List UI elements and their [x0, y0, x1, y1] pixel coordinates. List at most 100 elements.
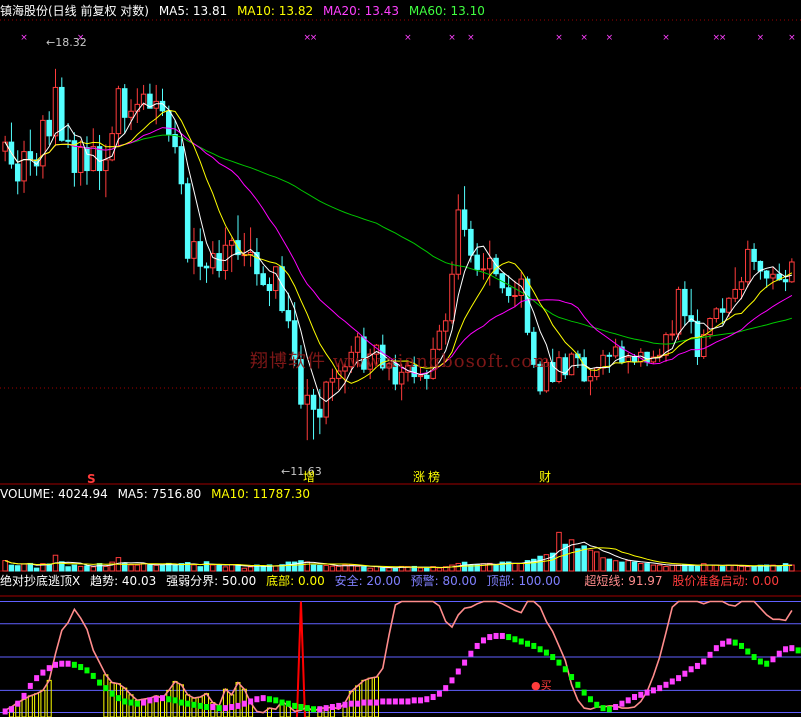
event-marker-zeng[interactable]: 增 [303, 470, 315, 484]
event-x-marker: × [719, 33, 727, 43]
candle [587, 370, 594, 396]
candle [732, 267, 738, 303]
trend-block [694, 662, 700, 669]
candle [568, 352, 575, 376]
trend-block [650, 687, 656, 694]
volume-bar [493, 564, 499, 572]
candle-body [329, 377, 336, 383]
volume-bar [8, 564, 15, 572]
event-x-marker: × [448, 33, 456, 43]
trend-block [468, 650, 474, 657]
bottom-spike-bar [109, 682, 115, 717]
volume-bar [147, 564, 153, 572]
candle-body [587, 376, 594, 382]
candle-body [304, 394, 311, 405]
candle-body [474, 254, 480, 270]
candle [323, 380, 329, 425]
candle [562, 353, 569, 380]
candle-body [606, 354, 613, 357]
volume-ma5-value: MA5: 7516.80 [117, 487, 202, 501]
volume-bar [2, 560, 8, 572]
trend-block [550, 654, 556, 661]
trend-block [562, 666, 568, 673]
candle-body [40, 119, 46, 167]
event-marker-zhang[interactable]: 涨 [413, 470, 425, 484]
volume-bar [631, 561, 638, 572]
trend-block [600, 705, 606, 712]
trend-block [556, 659, 562, 666]
volume-bar [638, 563, 644, 572]
trend-block [525, 640, 531, 647]
volume-bar [33, 567, 40, 572]
volume-bar [625, 560, 631, 572]
trend-block [436, 690, 442, 697]
trend-block [78, 664, 84, 671]
volume-bar [96, 563, 103, 572]
candle-body [178, 146, 185, 185]
volume-bar [719, 566, 726, 572]
candle-body [751, 248, 757, 262]
volume-bar [310, 564, 317, 572]
candle [713, 307, 720, 323]
trend-block [241, 700, 247, 707]
candle-body [612, 346, 619, 357]
event-marker-s[interactable]: S [87, 472, 96, 486]
candle-body [675, 288, 682, 335]
candle-body [505, 287, 512, 296]
trend-block [462, 659, 468, 666]
volume-bar [285, 561, 292, 572]
trend-block [776, 650, 782, 657]
trend-block [329, 704, 335, 711]
volume-bar [128, 564, 134, 572]
event-marker-bang[interactable]: 榜 [428, 470, 440, 484]
trend-block [248, 698, 254, 705]
candle-body [782, 279, 789, 283]
trend-block [2, 708, 8, 715]
trend-block [732, 639, 738, 646]
candle-body [398, 371, 405, 385]
candle [46, 111, 52, 145]
divide-value: 强弱分界: 50.00 [166, 574, 257, 588]
trend-block [311, 706, 317, 713]
volume-bar [335, 565, 342, 572]
candle-body [424, 374, 430, 379]
candle-body [222, 244, 229, 271]
candle [669, 320, 676, 341]
trend-block [644, 689, 650, 696]
trend-block [493, 632, 499, 639]
trend-block [380, 698, 386, 705]
candle-body [524, 278, 531, 333]
trend-block [386, 698, 392, 705]
trend-block [266, 696, 272, 703]
candle [619, 340, 625, 365]
volume-bar [21, 563, 27, 572]
candle [71, 132, 78, 187]
volume-bar [726, 564, 732, 572]
trend-block [103, 685, 109, 692]
candle [461, 186, 468, 237]
candle [191, 227, 197, 275]
volume-bar [247, 566, 254, 572]
trend-block [424, 696, 430, 703]
trend-block [342, 701, 348, 708]
trend-block [487, 634, 493, 641]
volume-bar [707, 564, 713, 572]
candle [40, 115, 46, 179]
candle [480, 253, 487, 280]
volume-bar [713, 564, 720, 572]
candle [21, 140, 27, 193]
event-marker-cai[interactable]: 财 [539, 470, 551, 484]
candle [505, 275, 512, 303]
bottom-spike-bar [128, 694, 134, 717]
candle [197, 228, 204, 281]
volume-bar [745, 566, 751, 572]
trend-block [443, 685, 449, 692]
volume-bar [273, 565, 279, 572]
trend-block [720, 640, 726, 647]
candle-body [52, 86, 59, 137]
trend-block [399, 698, 405, 705]
candle-body [103, 159, 109, 172]
candle-body [417, 374, 424, 378]
trend-block [134, 700, 140, 707]
candle [260, 266, 266, 287]
